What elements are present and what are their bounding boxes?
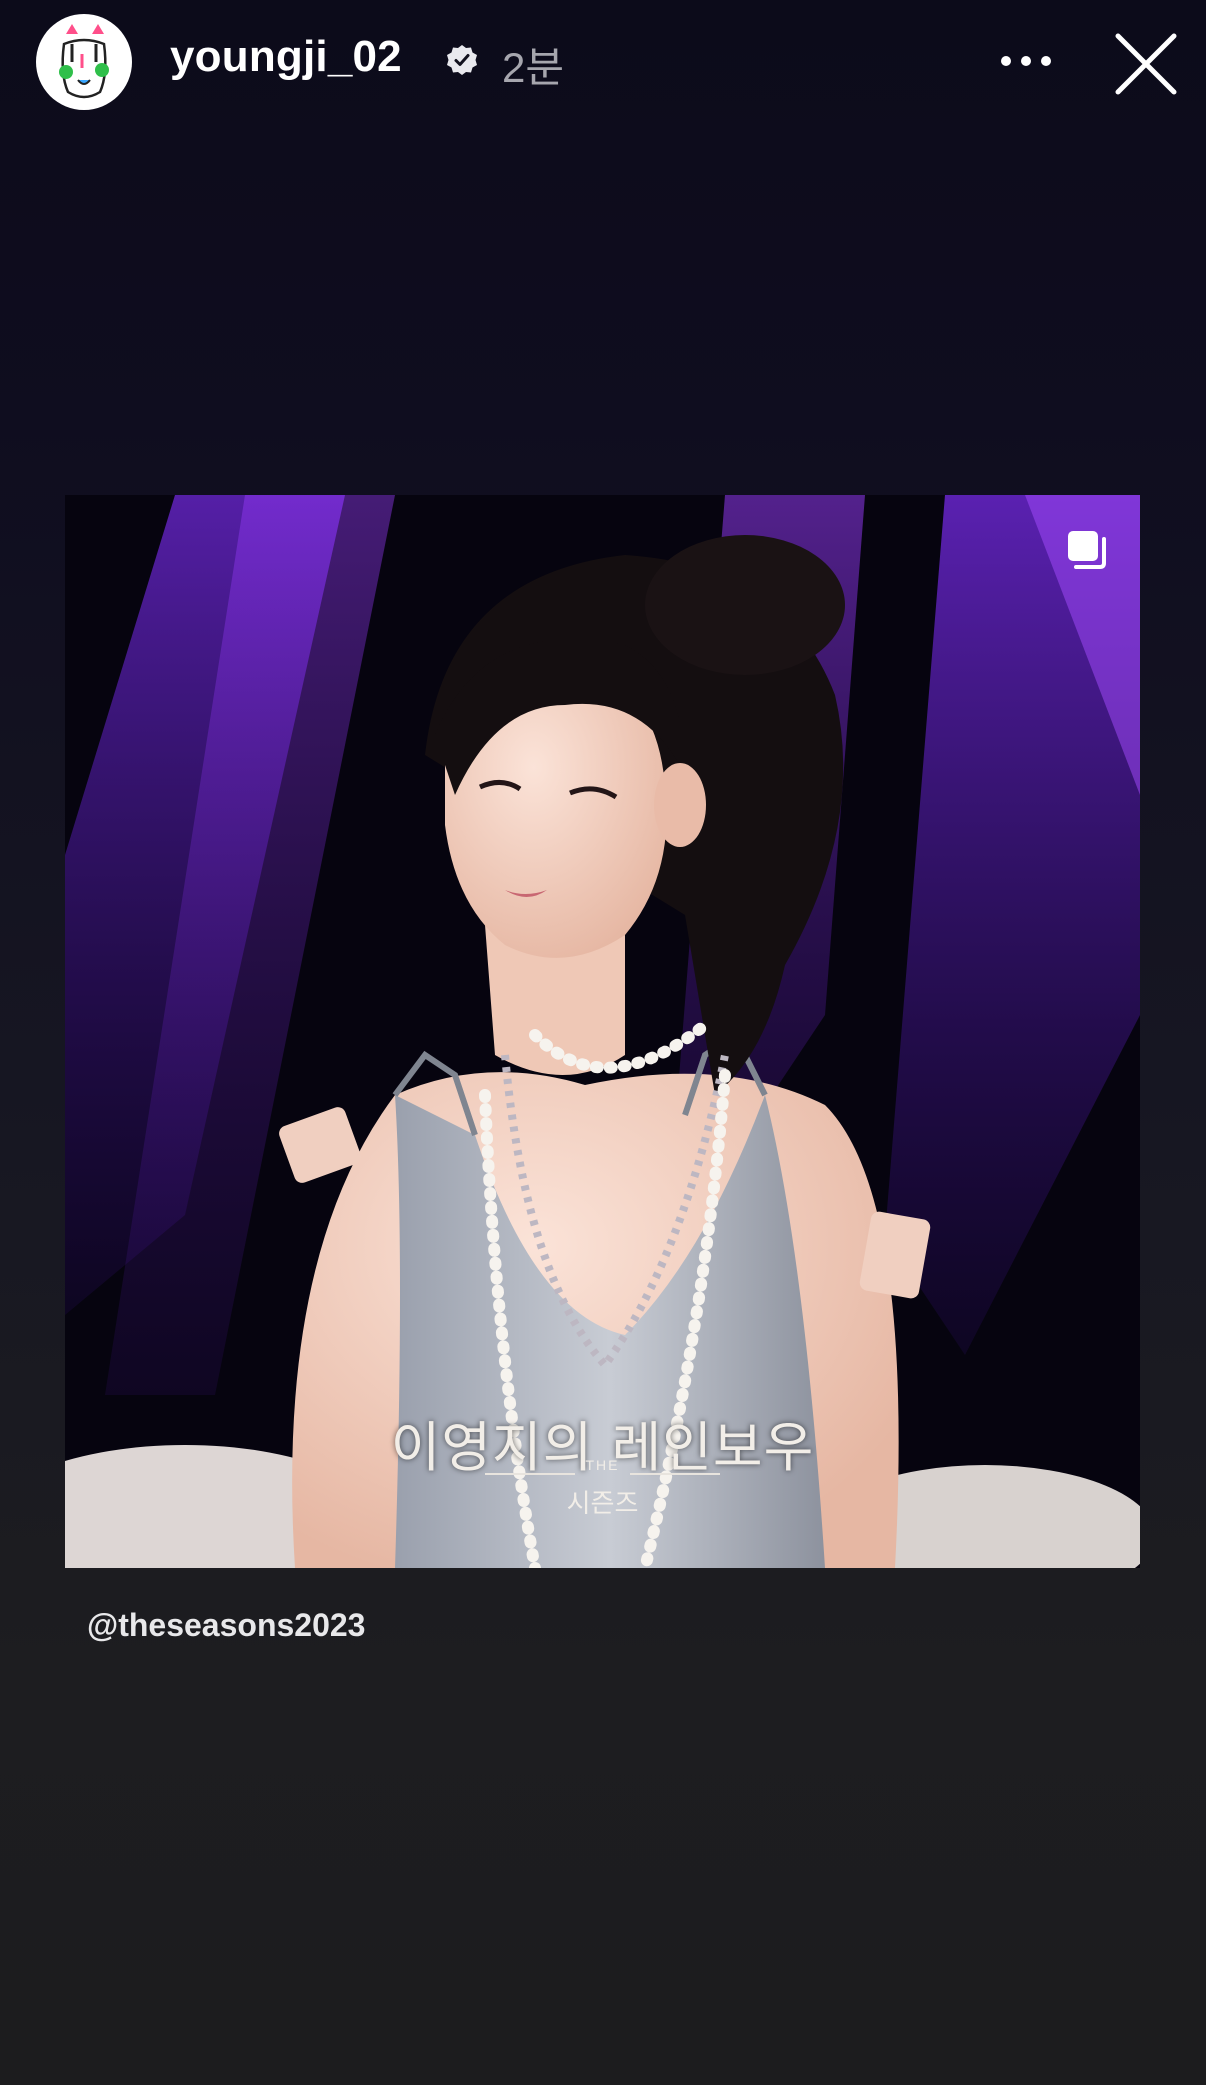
mention-sticker[interactable]: @theseasons2023 [87, 1607, 365, 1644]
post-time: 2분 [502, 44, 564, 91]
shared-post-image[interactable]: 이영지의 레인보우 THE 시즌즈 [65, 495, 1140, 1568]
show-watermark: 이영지의 레인보우 THE 시즌즈 [65, 1403, 1140, 1519]
more-options-icon[interactable] [996, 36, 1056, 86]
avatar-doodle-icon [37, 15, 131, 109]
avatar[interactable] [36, 14, 132, 110]
watermark-divider-right [630, 1473, 720, 1475]
watermark-subtitle: 시즌즈 [566, 1489, 639, 1519]
close-icon[interactable] [1108, 26, 1184, 102]
verified-badge-icon [447, 45, 477, 75]
carousel-icon [1068, 531, 1106, 569]
story-header: youngji_02 2분 [0, 0, 1206, 124]
watermark-the: THE [585, 1457, 620, 1473]
story-viewer: youngji_02 2분 이영지의 레인보우 THE 시즌즈 @theseas… [0, 0, 1206, 2085]
watermark-divider-left [485, 1473, 575, 1475]
username[interactable]: youngji_02 [170, 32, 402, 82]
